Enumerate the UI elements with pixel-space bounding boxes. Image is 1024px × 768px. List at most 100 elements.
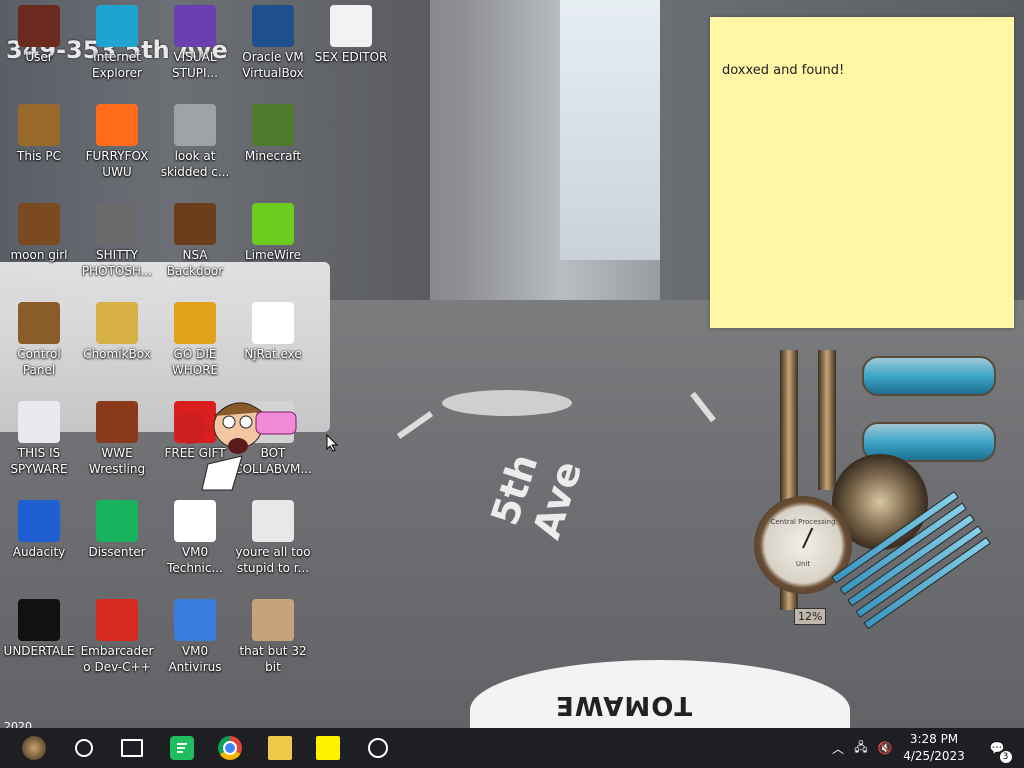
desktop-icon[interactable]: SHITTY PHOTOSH... [78,203,156,279]
virtualbox-icon [252,5,294,47]
godie-icon [174,302,216,344]
desktop-icon-label: VM0 Technic... [167,545,223,575]
this-pc-icon [18,104,60,146]
desktop-icon[interactable]: Control Panel [0,302,78,378]
cartoon-character-overlay [172,394,300,494]
desktop-icon[interactable]: LimeWire [234,203,312,263]
desktop-icon[interactable]: youre all too stupid to r... [234,500,312,576]
desktop-icon-label: that but 32 bit [239,644,307,674]
desktop-icon-label: SHITTY PHOTOSH... [81,248,153,278]
minecraft-icon [252,104,294,146]
wwe-icon [96,401,138,443]
desktop-icon-label: Internet Explorer [92,50,142,80]
taskbar-chrome-button[interactable] [206,728,254,768]
desktop-icon[interactable]: that but 32 bit [234,599,312,675]
desktop-icon-label: THIS IS SPYWARE [10,446,68,476]
cpu-percent: 12% [794,608,827,625]
sticky-notes-taskbar-icon [316,736,340,760]
taskbar-clock[interactable]: 3:28 PM 4/25/2023 [896,731,972,767]
gauge-needle [802,527,814,549]
notification-count: 3 [999,751,1012,763]
network-button[interactable]: 🖧 [850,728,872,768]
desktop-icon-label: SEX EDITOR [314,50,388,64]
desktop-icon[interactable]: Audacity [0,500,78,560]
gadget-tube-top [862,356,996,396]
cpu-meter-gadget[interactable]: Central Processing Unit 12% [748,350,998,650]
desktop-icon[interactable]: Dissenter [78,500,156,560]
desktop-icon[interactable]: UNDERTALE [0,599,78,659]
desktop-icon-label: FURRYFOX UWU [85,149,149,179]
desktop-icon-label: youre all too stupid to r... [235,545,311,575]
wallpaper-year: 2020 [4,720,32,728]
visual-studio-icon [174,5,216,47]
desktop-icon-label: NjRat.exe [244,347,302,361]
desktop-icon[interactable]: Minecraft [234,104,312,164]
notification-icon: 💬 3 [990,741,1012,763]
desktop-icon[interactable]: Embarcadero Dev-C++ [78,599,156,675]
task-view-button[interactable] [108,728,156,768]
portrait-woman-icon [252,599,294,641]
desktop-icon-label: LimeWire [244,248,302,262]
desktop-icon[interactable]: VISUAL STUPI... [156,5,234,81]
desktop-icon-label: VM0 Antivirus [168,644,222,674]
taskbar-sticky-notes-button[interactable] [304,728,352,768]
hxd-icon [330,5,372,47]
desktop-icon-label: Audacity [12,545,66,559]
desktop-icon[interactable]: This PC [0,104,78,164]
network-icon: 🖧 [854,739,868,754]
wallpaper-car-brand: TOMAWE [555,690,693,720]
desktop-icon[interactable]: NjRat.exe [234,302,312,362]
dissenter-taskbar-icon [170,736,194,760]
steampunk-start-icon [22,736,46,760]
taskbar: ︿ 🖧 🔇 3:28 PM 4/25/2023 💬 3 [0,728,1024,768]
desktop-icon[interactable]: VM0 Antivirus [156,599,234,675]
desktop-icon[interactable]: NSA Backdoor [156,203,234,279]
skull-icon [252,302,294,344]
desktop-icon[interactable]: look at skidded c... [156,104,234,180]
start-button[interactable] [10,728,58,768]
desktop-icon[interactable]: SEX EDITOR [312,5,390,65]
desktop-icon-label: Oracle VM VirtualBox [242,50,304,80]
search-button[interactable] [60,728,108,768]
wallpaper-sky [560,0,670,260]
desktop-icon-label: VISUAL STUPI... [172,50,218,80]
desktop-icon[interactable]: VM0 Technic... [156,500,234,576]
desktop: 5th Ave TOMAWE 349-353 5th Ave 2020 User… [0,0,1024,728]
technician-icon [174,500,216,542]
desktop-icon[interactable]: Internet Explorer [78,5,156,81]
taskbar-file-explorer-button[interactable] [256,728,304,768]
desktop-icon-label: This PC [17,149,61,163]
mouse-cursor [326,434,338,452]
desktop-icon-label: GO DIE WHORE [171,347,219,377]
copy-files-icon [174,104,216,146]
chomikbox-icon [96,302,138,344]
control-panel-icon [18,302,60,344]
taskbar-dissenter-button[interactable] [158,728,206,768]
desktop-icon[interactable]: FURRYFOX UWU [78,104,156,180]
notification-center-button[interactable]: 💬 3 [980,728,1014,768]
portrait-icon [252,500,294,542]
webcam-taskbar-icon [368,738,388,758]
chrome-taskbar-icon [218,736,242,760]
sticky-note-text[interactable]: doxxed and found! [722,63,844,78]
audacity-icon [18,500,60,542]
search-circle-icon [75,739,93,757]
firefox-icon [96,104,138,146]
volume-muted-icon: 🔇 [877,741,893,755]
gimp-icon [96,203,138,245]
desktop-icon[interactable]: ChomikBox [78,302,156,362]
sticky-note[interactable]: doxxed and found! [710,17,1014,328]
desktop-icon[interactable]: GO DIE WHORE [156,302,234,378]
desktop-icon[interactable]: THIS IS SPYWARE [0,401,78,477]
task-view-icon [121,739,143,757]
desktop-icon[interactable]: User [0,5,78,65]
taskbar-webcam-button[interactable] [354,728,402,768]
chrome-icon [18,401,60,443]
desktop-icon[interactable]: WWE Wrestling [78,401,156,477]
gadget-pipe [818,350,836,490]
unity-icon [18,599,60,641]
volume-button[interactable]: 🔇 [874,728,896,768]
show-hidden-icons-button[interactable]: ︿ [828,728,848,768]
desktop-icon[interactable]: Oracle VM VirtualBox [234,5,312,81]
desktop-icon[interactable]: moon girl [0,203,78,263]
